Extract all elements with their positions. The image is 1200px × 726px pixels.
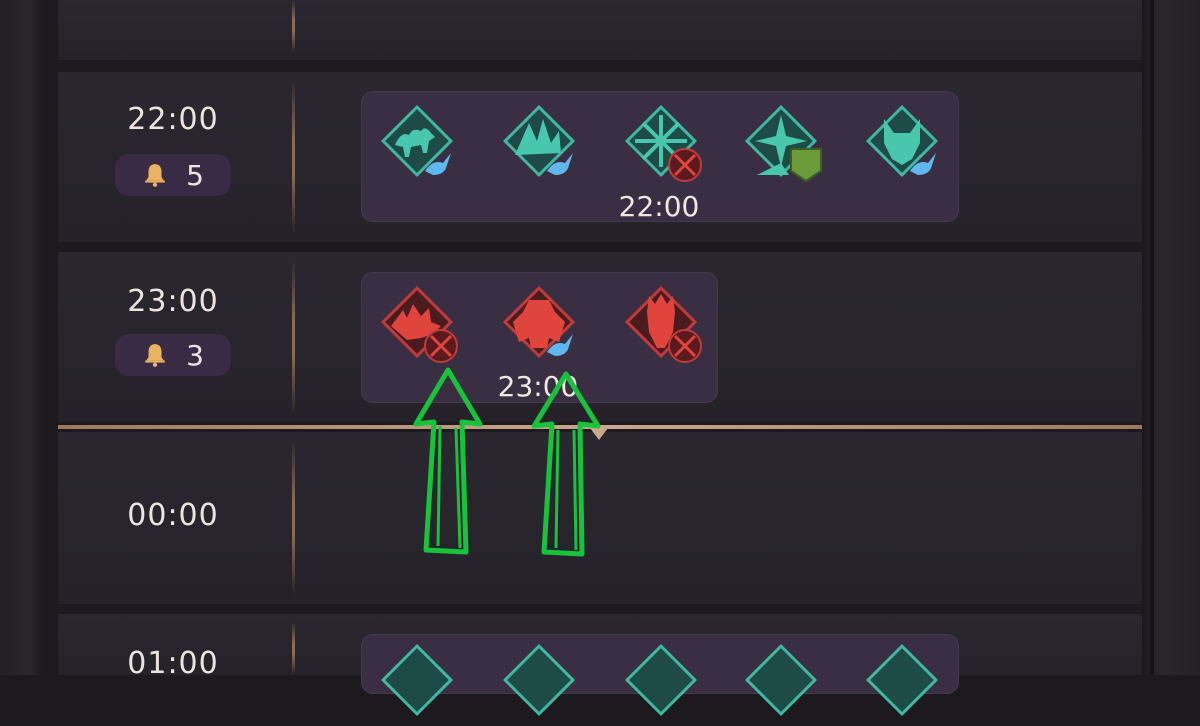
row-divider — [292, 622, 295, 675]
row-time-label: 23:00 — [127, 284, 219, 319]
bell-icon — [145, 344, 165, 367]
row-divider — [292, 440, 295, 596]
notification-badge[interactable]: 5 — [115, 154, 231, 196]
schedule-row-partial-top — [58, 0, 1142, 60]
red-crossed-swords-icon — [668, 148, 702, 182]
red-crossed-swords-icon — [668, 329, 702, 363]
notification-badge[interactable]: 3 — [115, 334, 231, 376]
wyvern-mount-icon[interactable] — [499, 101, 585, 187]
green-shield-icon — [790, 148, 822, 183]
annotation-arrow-icon — [413, 367, 483, 555]
camel-mount-icon[interactable] — [377, 640, 463, 726]
wolf-mount-icon[interactable] — [862, 640, 948, 726]
row-time-label: 00:00 — [127, 498, 219, 533]
panel-time-label: 22:00 — [618, 190, 700, 223]
annotation-arrow-icon — [531, 371, 601, 557]
red-crossed-swords-icon — [424, 329, 458, 363]
bell-count: 3 — [186, 338, 204, 372]
camel-mount-icon[interactable] — [377, 101, 463, 187]
row-time-label: 01:00 — [127, 646, 219, 681]
bell-count: 5 — [186, 158, 204, 192]
golem-boss-icon[interactable] — [499, 282, 585, 368]
compass-star-event-icon[interactable] — [741, 101, 827, 187]
left-frame — [0, 0, 44, 675]
wyvern-mount-icon[interactable] — [499, 640, 585, 726]
row-time-label: 22:00 — [127, 102, 219, 137]
wolf-mount-icon[interactable] — [862, 101, 948, 187]
warlord-boss-icon[interactable] — [621, 282, 707, 368]
row-divider — [292, 260, 295, 414]
compass-star-event-icon[interactable] — [741, 640, 827, 726]
right-scrollbar-frame[interactable] — [1142, 0, 1200, 675]
row-divider — [292, 80, 295, 234]
wild-beast-boss-icon[interactable] — [377, 282, 463, 368]
bell-icon — [145, 164, 165, 187]
snowflake-event-icon[interactable] — [621, 101, 707, 187]
snowflake-event-icon[interactable] — [621, 640, 707, 726]
